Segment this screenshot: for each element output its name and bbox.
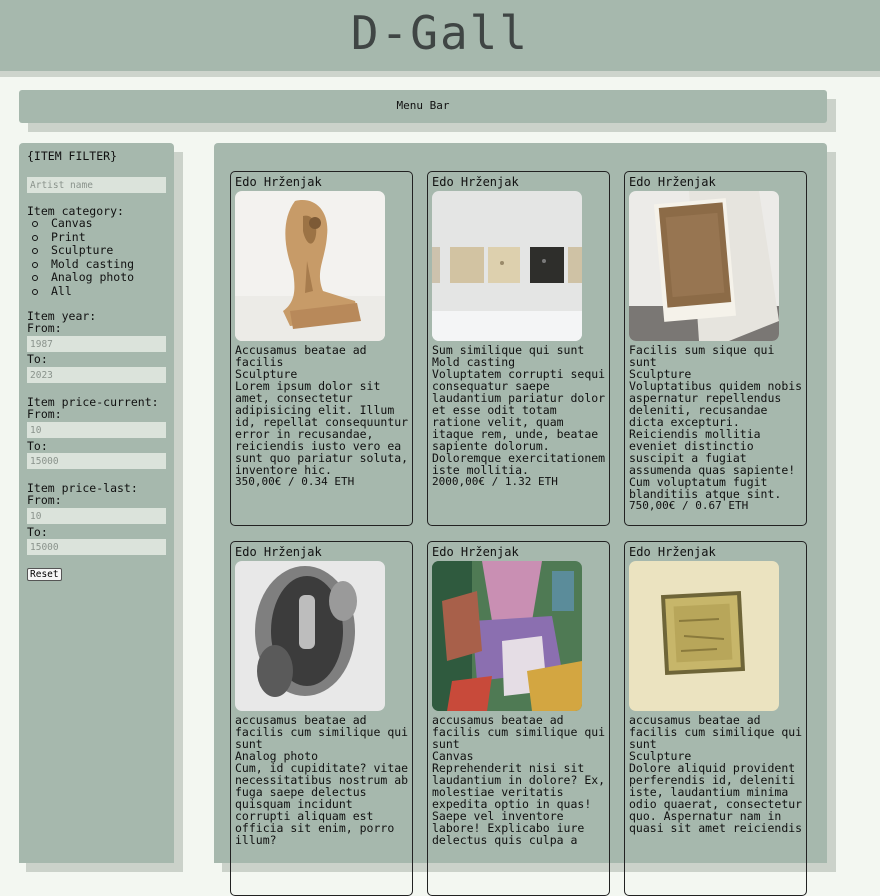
gallery-panel: Edo Hrženjak Accusamus beatae ad facilis… xyxy=(214,143,827,896)
price-last-to-label: To: xyxy=(27,525,48,539)
item-title: Facilis sum sique qui sunt xyxy=(629,343,775,369)
item-title: accusamus beatae ad facilis cum similiqu… xyxy=(432,713,606,751)
item-artist: Edo Hrženjak xyxy=(432,175,519,189)
item-artist: Edo Hrženjak xyxy=(629,545,716,559)
item-price: 750,00€ / 0.67 ETH xyxy=(629,499,749,512)
item-card[interactable]: Edo Hrženjak Sum similique qui sunt Mold… xyxy=(427,171,610,526)
item-image-bw-abstract[interactable] xyxy=(235,561,385,711)
item-title: Accusamus beatae ad facilis xyxy=(235,343,367,369)
item-filter-panel: {ITEM FILTER} Item category: Canvas Prin… xyxy=(19,143,174,863)
item-image-wood-sculpture[interactable] xyxy=(235,191,385,341)
menu-bar[interactable]: Menu Bar xyxy=(19,90,827,123)
item-image-mold-casting-wall[interactable] xyxy=(432,191,582,341)
item-description: Voluptatibus quidem nobis aspernatur rep… xyxy=(629,379,803,501)
price-current-to-label: To: xyxy=(27,439,48,453)
item-card[interactable]: Edo Hrženjak Facilis sum sique qui sunt … xyxy=(624,171,807,526)
item-card[interactable]: Edo Hrženjak accusamus beatae ad facilis… xyxy=(427,541,610,896)
item-title: accusamus beatae ad facilis cum similiqu… xyxy=(629,713,803,751)
item-description: Cum, id cupiditate? vitae necessitatibus… xyxy=(235,761,409,847)
item-artist: Edo Hrženjak xyxy=(432,545,519,559)
year-from-input[interactable] xyxy=(27,336,166,352)
price-current-from-input[interactable] xyxy=(27,422,166,438)
item-card[interactable]: Edo Hrženjak Accusamus beatae ad facilis… xyxy=(230,171,413,526)
item-artist: Edo Hrženjak xyxy=(235,545,322,559)
artist-name-input[interactable] xyxy=(27,177,166,193)
item-info: accusamus beatae ad facilis cum similiqu… xyxy=(235,714,411,846)
item-price: 2000,00€ / 1.32 ETH xyxy=(432,475,558,488)
item-title: accusamus beatae ad facilis cum similiqu… xyxy=(235,713,409,751)
price-last-from-input[interactable] xyxy=(27,508,166,524)
item-image-textured-panel[interactable] xyxy=(629,191,779,341)
filter-title: {ITEM FILTER} xyxy=(27,149,118,163)
price-current-from-label: From: xyxy=(27,407,62,421)
item-description: Dolore aliquid provident perferendis id,… xyxy=(629,761,803,835)
item-info: accusamus beatae ad facilis cum similiqu… xyxy=(432,714,608,846)
item-card[interactable]: Edo Hrženjak accusamus beatae ad facilis… xyxy=(230,541,413,896)
category-option-all[interactable]: All xyxy=(31,284,134,299)
year-to-input[interactable] xyxy=(27,367,166,383)
item-image-yellow-relief[interactable] xyxy=(629,561,779,711)
site-header: D-Gall xyxy=(0,0,880,71)
item-artist: Edo Hrženjak xyxy=(629,175,716,189)
item-description: Reprehenderit nisi sit laudantium in dol… xyxy=(432,761,606,847)
item-description: Voluptatem corrupti sequi consequatur sa… xyxy=(432,367,606,477)
item-info: accusamus beatae ad facilis cum similiqu… xyxy=(629,714,805,834)
price-current-to-input[interactable] xyxy=(27,453,166,469)
price-last-from-label: From: xyxy=(27,493,62,507)
reset-button[interactable]: Reset xyxy=(27,568,62,581)
item-info: Accusamus beatae ad facilis Sculpture Lo… xyxy=(235,344,411,488)
category-option-canvas[interactable]: Canvas xyxy=(31,216,134,231)
item-description: Lorem ipsum dolor sit amet, consectetur … xyxy=(235,379,409,477)
year-from-label: From: xyxy=(27,321,62,335)
item-artist: Edo Hrženjak xyxy=(235,175,322,189)
item-info: Sum similique qui sunt Mold casting Volu… xyxy=(432,344,608,488)
item-price: 350,00€ / 0.34 ETH xyxy=(235,475,355,488)
category-list: Canvas Print Sculpture Mold casting Anal… xyxy=(27,216,134,299)
item-card[interactable]: Edo Hrženjak accusamus beatae ad facilis… xyxy=(624,541,807,896)
category-option-sculpture[interactable]: Sculpture xyxy=(31,243,134,258)
year-to-label: To: xyxy=(27,352,48,366)
item-image-colorful-canvas[interactable] xyxy=(432,561,582,711)
item-info: Facilis sum sique qui sunt Sculpture Vol… xyxy=(629,344,805,512)
category-option-print[interactable]: Print xyxy=(31,230,134,245)
site-title: D-Gall xyxy=(350,6,530,60)
category-option-analog-photo[interactable]: Analog photo xyxy=(31,270,134,285)
category-option-mold-casting[interactable]: Mold casting xyxy=(31,257,134,272)
price-last-to-input[interactable] xyxy=(27,539,166,555)
